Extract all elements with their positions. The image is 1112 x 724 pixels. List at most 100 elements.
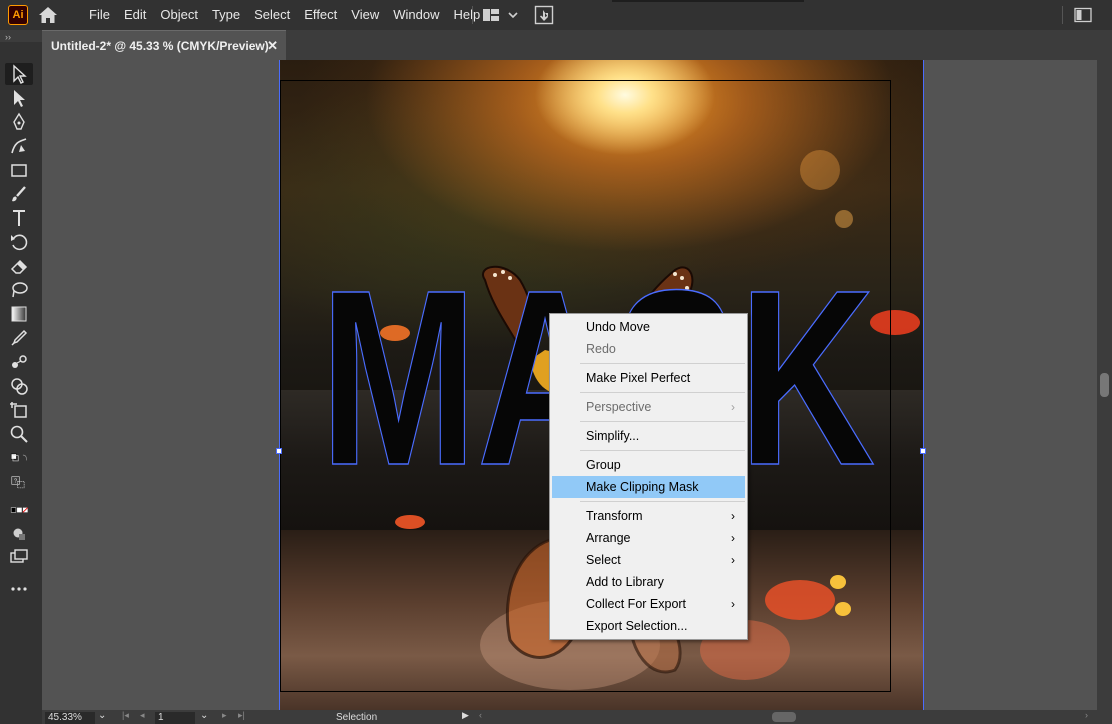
workspace-switcher-icon[interactable] [482,7,522,23]
tools-panel: ? [0,42,42,724]
context-menu-item-make-clipping-mask[interactable]: Make Clipping Mask [552,476,745,498]
menu-edit[interactable]: Edit [117,0,153,30]
context-menu-item-undo-move[interactable]: Undo Move [552,316,745,338]
eyedropper-tool-icon[interactable] [5,327,33,349]
selection-handle[interactable] [276,448,282,454]
menu-separator [580,392,745,393]
menu-file[interactable]: File [82,0,117,30]
submenu-arrow-icon: › [731,531,735,545]
zoom-level-field[interactable]: 45.33% [45,712,95,724]
zoom-tool-icon[interactable] [5,423,33,445]
context-menu-item-label: Undo Move [586,320,650,334]
horizontal-scroll-thumb[interactable] [772,712,796,722]
menu-type[interactable]: Type [205,0,247,30]
menu-bar: Ai File Edit Object Type Select Effect V… [0,0,1112,30]
direct-selection-tool-icon[interactable] [5,87,33,109]
artboard-tool-icon[interactable] [5,399,33,421]
selection-tool-icon[interactable] [5,63,33,85]
arrange-documents-icon[interactable] [534,5,554,25]
bokeh-light [835,210,853,228]
vertical-scrollbar[interactable] [1097,60,1112,710]
title-bar-divider [612,0,804,2]
eraser-tool-icon[interactable] [5,255,33,277]
chevron-down-icon[interactable]: ⌄ [200,710,208,721]
context-menu-item-export-selection[interactable]: Export Selection... [552,615,745,637]
context-menu-item-perspective: Perspective › [552,396,745,418]
document-tab[interactable]: Untitled-2* @ 45.33 % (CMYK/Preview) ✕ [42,30,286,60]
pen-tool-icon[interactable] [5,111,33,133]
screen-mode-icon[interactable] [5,545,33,567]
panel-toggle-icon[interactable] [1074,7,1092,23]
context-menu-item-simplify[interactable]: Simplify... [552,425,745,447]
scroll-left-icon[interactable]: ‹ [479,710,482,720]
submenu-arrow-icon: › [731,597,735,611]
context-menu-item-label: Make Pixel Perfect [586,371,691,385]
scroll-right-icon[interactable]: › [1085,710,1088,720]
menu-separator [1062,6,1063,24]
current-tool-label: Selection [336,712,378,723]
last-artboard-icon[interactable]: ▸| [238,710,245,721]
artboard-number-field[interactable]: 1 [155,712,195,724]
selection-bound-left [279,60,280,710]
type-tool-icon[interactable] [5,207,33,229]
context-menu-item-add-to-library[interactable]: Add to Library [552,571,745,593]
close-icon[interactable]: ✕ [267,38,278,54]
menu-object[interactable]: Object [153,0,205,30]
chevron-down-icon[interactable]: ⌄ [98,710,106,721]
paintbrush-tool-icon[interactable] [5,183,33,205]
next-artboard-icon[interactable]: ▸ [222,710,227,721]
context-menu-item-group[interactable]: Group [552,454,745,476]
context-menu-item-transform[interactable]: Transform › [552,505,745,527]
submenu-arrow-icon: › [731,509,735,523]
context-menu-item-collect-for-export[interactable]: Collect For Export › [552,593,745,615]
first-artboard-icon[interactable]: |◂ [122,710,129,721]
menu-separator [580,501,745,502]
fill-stroke-swap-icon[interactable] [3,447,37,469]
blend-tool-icon[interactable] [5,351,33,373]
context-menu-item-select[interactable]: Select › [552,549,745,571]
previous-artboard-icon[interactable]: ◂ [140,710,145,721]
context-menu-item-label: Simplify... [586,429,640,443]
color-mode-icon[interactable] [3,503,37,517]
context-menu: Undo Move Redo Make Pixel Perfect Perspecti… [549,313,748,640]
menu-separator [580,363,745,364]
submenu-arrow-icon: › [731,553,735,567]
flower-petal [765,580,835,620]
menu-view[interactable]: View [344,0,386,30]
menu-window[interactable]: Window [386,0,446,30]
context-menu-item-label: Transform [586,509,643,523]
context-menu-item-redo: Redo [552,338,745,360]
app-logo: Ai [8,5,28,25]
context-menu-item-label: Select [586,553,621,567]
selection-handle[interactable] [920,448,926,454]
bokeh-light [800,150,840,190]
context-menu-item-make-pixel-perfect[interactable]: Make Pixel Perfect [552,367,745,389]
selection-bound-right [923,60,924,710]
main-menu: File Edit Object Type Select Effect View… [82,0,487,30]
home-icon[interactable] [37,5,59,25]
context-menu-item-label: Redo [586,342,616,356]
collapse-panels-icon[interactable]: ›› [5,32,11,42]
bokeh-light [835,602,851,616]
lasso-tool-icon[interactable] [5,279,33,301]
vertical-scroll-thumb[interactable] [1100,373,1109,397]
context-menu-item-label: Add to Library [586,575,664,589]
curvature-tool-icon[interactable] [5,135,33,157]
bokeh-light [830,575,846,589]
context-menu-item-label: Group [586,458,621,472]
rectangle-tool-icon[interactable] [5,159,33,181]
more-tools-icon[interactable] [5,578,33,600]
menu-separator [580,450,745,451]
draw-mode-icon[interactable] [5,523,33,545]
status-menu-arrow-icon[interactable]: ▶ [462,710,469,721]
fill-stroke-icon[interactable]: ? [3,471,37,493]
submenu-arrow-icon: › [731,400,735,414]
menu-effect[interactable]: Effect [297,0,344,30]
rotate-tool-icon[interactable] [5,231,33,253]
menu-select[interactable]: Select [247,0,297,30]
bokeh-light [395,515,425,529]
context-menu-item-arrange[interactable]: Arrange › [552,527,745,549]
gradient-tool-icon[interactable] [5,303,33,325]
shape-builder-tool-icon[interactable] [5,375,33,397]
context-menu-item-label: Export Selection... [586,619,688,633]
